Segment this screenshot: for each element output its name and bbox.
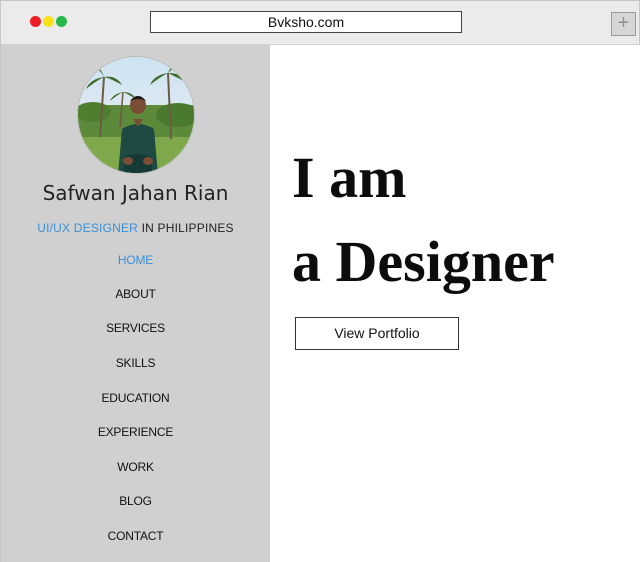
close-window-button[interactable] [30, 16, 41, 27]
new-tab-button[interactable]: + [611, 12, 636, 36]
main-content: I am a Designer View Portfolio [270, 45, 640, 562]
nav-item-blog[interactable]: BLOG [1, 494, 270, 508]
profile-role: UI/UX DESIGNER IN PHILIPPINES [1, 221, 270, 235]
nav-item-services[interactable]: SERVICES [1, 321, 270, 335]
nav-item-work[interactable]: WORK [1, 460, 270, 474]
hero-heading-line-2: a Designer [292, 229, 555, 294]
view-portfolio-button[interactable]: View Portfolio [295, 317, 459, 350]
avatar-photo [78, 57, 194, 173]
profile-role-location: IN PHILIPPINES [138, 221, 234, 235]
nav-item-experience[interactable]: EXPERIENCE [1, 425, 270, 439]
nav-item-education[interactable]: EDUCATION [1, 391, 270, 405]
avatar [77, 56, 195, 174]
plus-icon: + [617, 12, 630, 34]
minimize-window-button[interactable] [43, 16, 54, 27]
maximize-window-button[interactable] [56, 16, 67, 27]
nav-item-home[interactable]: HOME [1, 253, 270, 267]
address-bar[interactable]: Bvksho.com [150, 11, 462, 33]
nav-item-skills[interactable]: SKILLS [1, 356, 270, 370]
title-bar: Bvksho.com + [1, 1, 639, 45]
nav-item-about[interactable]: ABOUT [1, 287, 270, 301]
profile-role-accent: UI/UX DESIGNER [37, 221, 139, 235]
profile-name: Safwan Jahan Rian [42, 181, 229, 205]
sidebar: Safwan Jahan Rian UI/UX DESIGNER IN PHIL… [1, 45, 270, 562]
browser-window: Bvksho.com + Safwan Jahan Rian UI/UX DES… [0, 0, 640, 562]
hero-heading-line-1: I am [292, 145, 407, 210]
nav-item-contact[interactable]: CONTACT [1, 529, 270, 543]
